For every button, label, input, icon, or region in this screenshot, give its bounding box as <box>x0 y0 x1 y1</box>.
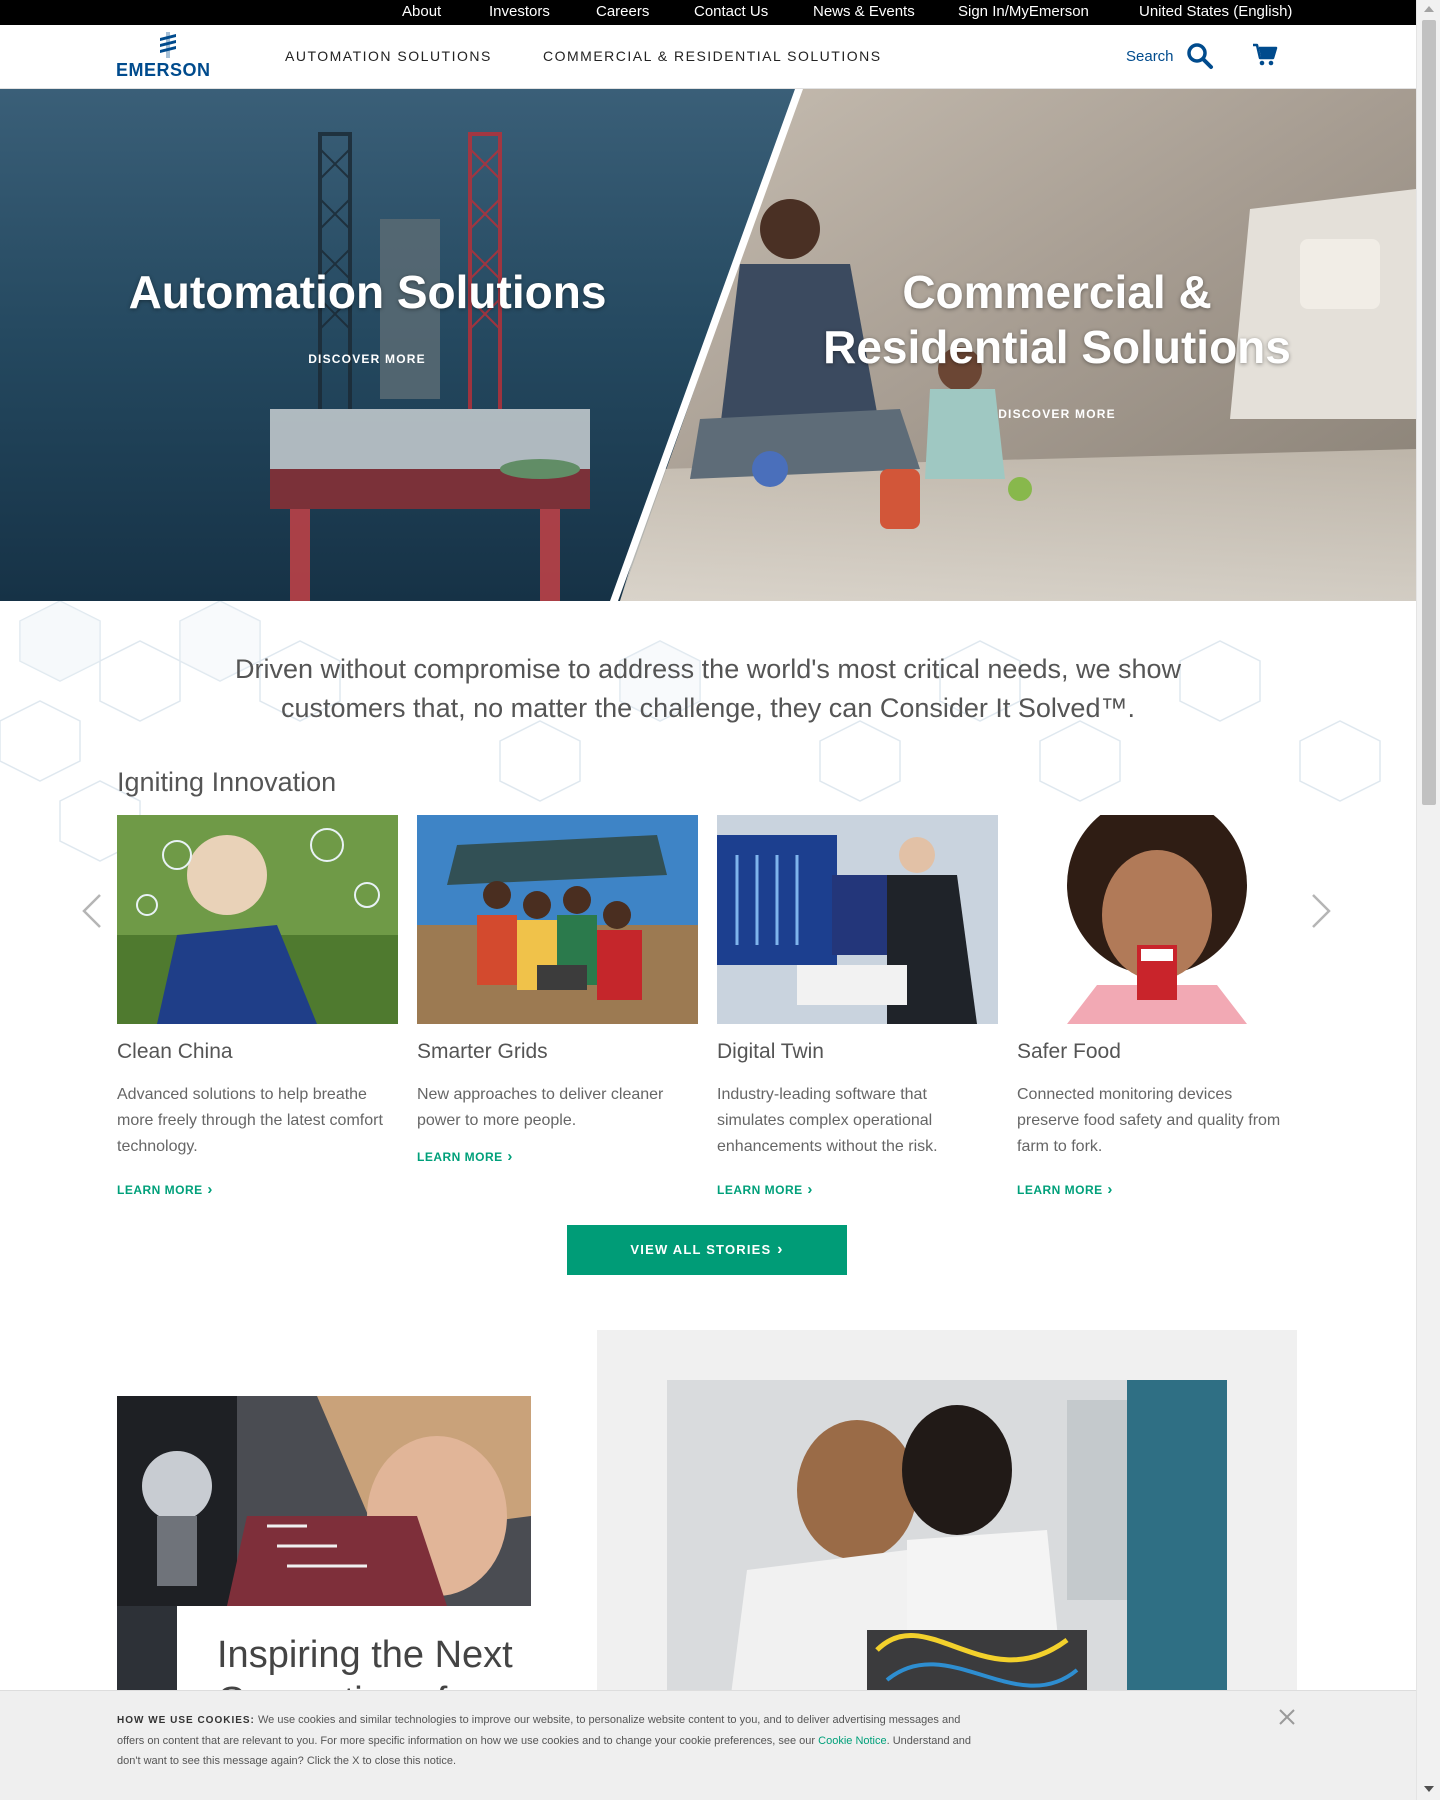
learn-more-link[interactable]: LEARN MORE <box>117 1181 213 1198</box>
view-all-stories-button[interactable]: VIEW ALL STORIES <box>567 1225 847 1275</box>
nav-commercial-residential-solutions[interactable]: COMMERCIAL & RESIDENTIAL SOLUTIONS <box>543 48 882 64</box>
emerson-logo-mark <box>160 32 176 58</box>
scroll-down-arrow-icon[interactable] <box>1424 1786 1434 1792</box>
hero-right-title-line2: Residential Solutions <box>823 321 1291 373</box>
utility-link-contact-us[interactable]: Contact Us <box>694 3 768 20</box>
cookie-label: HOW WE USE COOKIES: <box>117 1715 255 1726</box>
hero-right-title: Commercial & Residential Solutions <box>797 265 1317 375</box>
scroll-up-arrow-icon[interactable] <box>1424 6 1434 12</box>
cart-icon[interactable] <box>1252 42 1278 68</box>
story-description: Connected monitoring devices preserve fo… <box>1017 1086 1281 1155</box>
tagline: Driven without compromise to address the… <box>160 650 1256 728</box>
story-image-digital-twin[interactable] <box>717 815 998 1024</box>
feature-dark-strip <box>117 1606 177 1696</box>
hero-banner: Automation Solutions DISCOVER MORE Comme… <box>0 89 1416 601</box>
utility-link-about[interactable]: About <box>402 3 441 20</box>
tagline-line1: Driven without compromise to address the… <box>234 654 1182 684</box>
learn-more-link[interactable]: LEARN MORE <box>417 1148 513 1165</box>
logo-text: EMERSON <box>116 60 211 80</box>
utility-link-locale[interactable]: United States (English) <box>1139 3 1292 20</box>
hero-right-title-line1: Commercial & <box>902 266 1212 318</box>
cookie-banner: HOW WE USE COOKIES: We use cookies and s… <box>0 1690 1416 1800</box>
learn-more-link[interactable]: LEARN MORE <box>1017 1181 1113 1198</box>
utility-link-investors[interactable]: Investors <box>489 3 550 20</box>
story-description: New approaches to deliver cleaner power … <box>417 1086 664 1129</box>
search-label[interactable]: Search <box>1126 48 1174 65</box>
carousel-next-arrow[interactable] <box>1309 893 1333 929</box>
story-title[interactable]: Digital Twin <box>717 1040 824 1064</box>
story-image-clean-china[interactable] <box>117 815 398 1024</box>
search-icon[interactable] <box>1186 42 1214 70</box>
story-description: Advanced solutions to help breathe more … <box>117 1086 383 1155</box>
story-image-smarter-grids[interactable] <box>417 815 698 1024</box>
emerson-logo[interactable]: EMERSON <box>116 30 220 82</box>
hero-left-discover-more[interactable]: DISCOVER MORE <box>267 352 467 366</box>
utility-link-sign-in[interactable]: Sign In/MyEmerson <box>958 3 1089 20</box>
story-title[interactable]: Smarter Grids <box>417 1040 548 1064</box>
carousel-prev-arrow[interactable] <box>80 893 104 929</box>
scroll-thumb[interactable] <box>1422 20 1436 805</box>
learn-more-link[interactable]: LEARN MORE <box>717 1181 813 1198</box>
feature-student-image[interactable] <box>117 1396 531 1606</box>
story-title[interactable]: Clean China <box>117 1040 233 1064</box>
page-scrollbar[interactable] <box>1416 0 1440 1800</box>
tagline-line2: customers that, no matter the challenge,… <box>281 693 1135 723</box>
cookie-notice-text: HOW WE USE COOKIES: We use cookies and s… <box>117 1710 977 1771</box>
main-header: EMERSON AUTOMATION SOLUTIONS COMMERCIAL … <box>0 25 1416 89</box>
close-icon[interactable] <box>1278 1708 1296 1726</box>
utility-link-careers[interactable]: Careers <box>596 3 649 20</box>
utility-link-news-events[interactable]: News & Events <box>813 3 915 20</box>
story-title[interactable]: Safer Food <box>1017 1040 1121 1064</box>
story-description: Industry-leading software that simulates… <box>717 1086 938 1155</box>
cookie-notice-link[interactable]: Cookie Notice <box>818 1735 886 1747</box>
page: About Investors Careers Contact Us News … <box>0 0 1440 1800</box>
igniting-innovation-title: Igniting Innovation <box>117 767 337 797</box>
story-image-safer-food[interactable] <box>1017 815 1298 1024</box>
feature-engineers-image[interactable] <box>667 1380 1227 1726</box>
utility-bar: About Investors Careers Contact Us News … <box>0 0 1416 25</box>
hero-right-discover-more[interactable]: DISCOVER MORE <box>957 407 1157 421</box>
nav-automation-solutions[interactable]: AUTOMATION SOLUTIONS <box>285 48 492 64</box>
hero-left-title: Automation Solutions <box>128 266 607 318</box>
